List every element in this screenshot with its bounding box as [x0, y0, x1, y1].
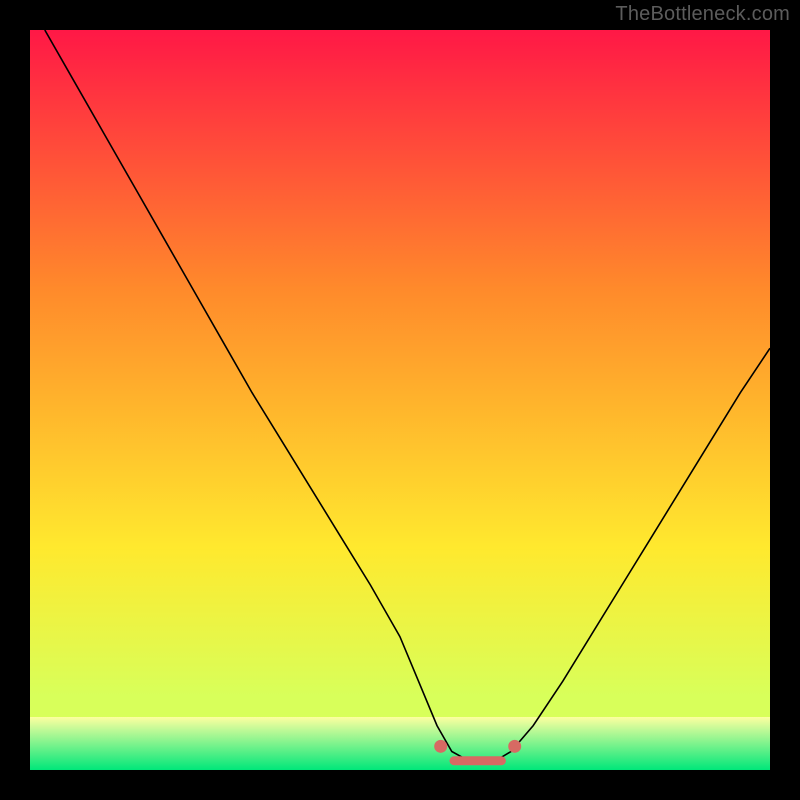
- bottom-band: [30, 717, 770, 770]
- chart-svg: [30, 30, 770, 770]
- gradient-background: [30, 30, 770, 770]
- chart-frame: TheBottleneck.com: [0, 0, 800, 800]
- marker-dot-left: [434, 740, 447, 753]
- marker-dot-right: [508, 740, 521, 753]
- attribution-text: TheBottleneck.com: [615, 3, 790, 26]
- plot-area: [30, 30, 770, 770]
